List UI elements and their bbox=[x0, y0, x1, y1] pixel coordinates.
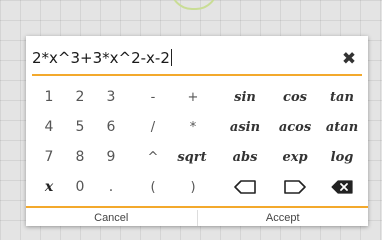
expression-input[interactable]: 2*x^3+3*x^2-x-2 bbox=[32, 49, 172, 67]
key-4[interactable]: 4 bbox=[32, 112, 66, 142]
key-power[interactable]: ^ bbox=[136, 142, 170, 172]
key-tan[interactable]: tan bbox=[319, 82, 365, 112]
close-icon: ✖ bbox=[341, 49, 357, 69]
cursor-right-button[interactable] bbox=[272, 172, 318, 202]
expression-text: 2*x^3+3*x^2-x-2 bbox=[32, 49, 170, 67]
key-8[interactable]: 8 bbox=[63, 142, 97, 172]
key-5[interactable]: 5 bbox=[63, 112, 97, 142]
cursor-right-icon bbox=[284, 180, 306, 194]
dialog-footer: Cancel Accept bbox=[26, 206, 368, 228]
key-sqrt[interactable]: sqrt bbox=[172, 142, 212, 172]
key-0[interactable]: 0 bbox=[63, 172, 97, 202]
key-3[interactable]: 3 bbox=[94, 82, 128, 112]
key-abs[interactable]: abs bbox=[222, 142, 268, 172]
accept-button[interactable]: Accept bbox=[198, 208, 369, 228]
key-2[interactable]: 2 bbox=[63, 82, 97, 112]
key-decimal[interactable]: . bbox=[94, 172, 128, 202]
key-sin[interactable]: sin bbox=[222, 82, 268, 112]
key-open-paren[interactable]: ( bbox=[136, 172, 170, 202]
key-close-paren[interactable]: ) bbox=[176, 172, 210, 202]
cursor-left-icon bbox=[234, 180, 256, 194]
key-multiply[interactable]: * bbox=[176, 112, 210, 142]
key-log[interactable]: log bbox=[319, 142, 365, 172]
key-atan[interactable]: atan bbox=[319, 112, 365, 142]
key-minus[interactable]: - bbox=[136, 82, 170, 112]
key-x[interactable]: x bbox=[32, 172, 66, 202]
keyboard-dialog: 2*x^3+3*x^2-x-2 ✖ 1 2 3 - + sin cos tan … bbox=[26, 36, 368, 226]
clear-button[interactable]: ✖ bbox=[338, 48, 360, 70]
text-caret bbox=[170, 49, 172, 66]
key-cos[interactable]: cos bbox=[272, 82, 318, 112]
key-7[interactable]: 7 bbox=[32, 142, 66, 172]
key-plus[interactable]: + bbox=[176, 82, 210, 112]
key-9[interactable]: 9 bbox=[94, 142, 128, 172]
key-asin[interactable]: asin bbox=[222, 112, 268, 142]
key-divide[interactable]: / bbox=[136, 112, 170, 142]
cursor-left-button[interactable] bbox=[222, 172, 268, 202]
cancel-button[interactable]: Cancel bbox=[26, 208, 197, 228]
key-1[interactable]: 1 bbox=[32, 82, 66, 112]
backspace-icon bbox=[331, 180, 353, 194]
backspace-button[interactable] bbox=[319, 172, 365, 202]
key-acos[interactable]: acos bbox=[272, 112, 318, 142]
expression-input-row: 2*x^3+3*x^2-x-2 ✖ bbox=[32, 46, 362, 76]
key-exp[interactable]: exp bbox=[272, 142, 318, 172]
key-6[interactable]: 6 bbox=[94, 112, 128, 142]
keypad: 1 2 3 - + sin cos tan 4 5 6 / * asin aco… bbox=[26, 82, 368, 202]
